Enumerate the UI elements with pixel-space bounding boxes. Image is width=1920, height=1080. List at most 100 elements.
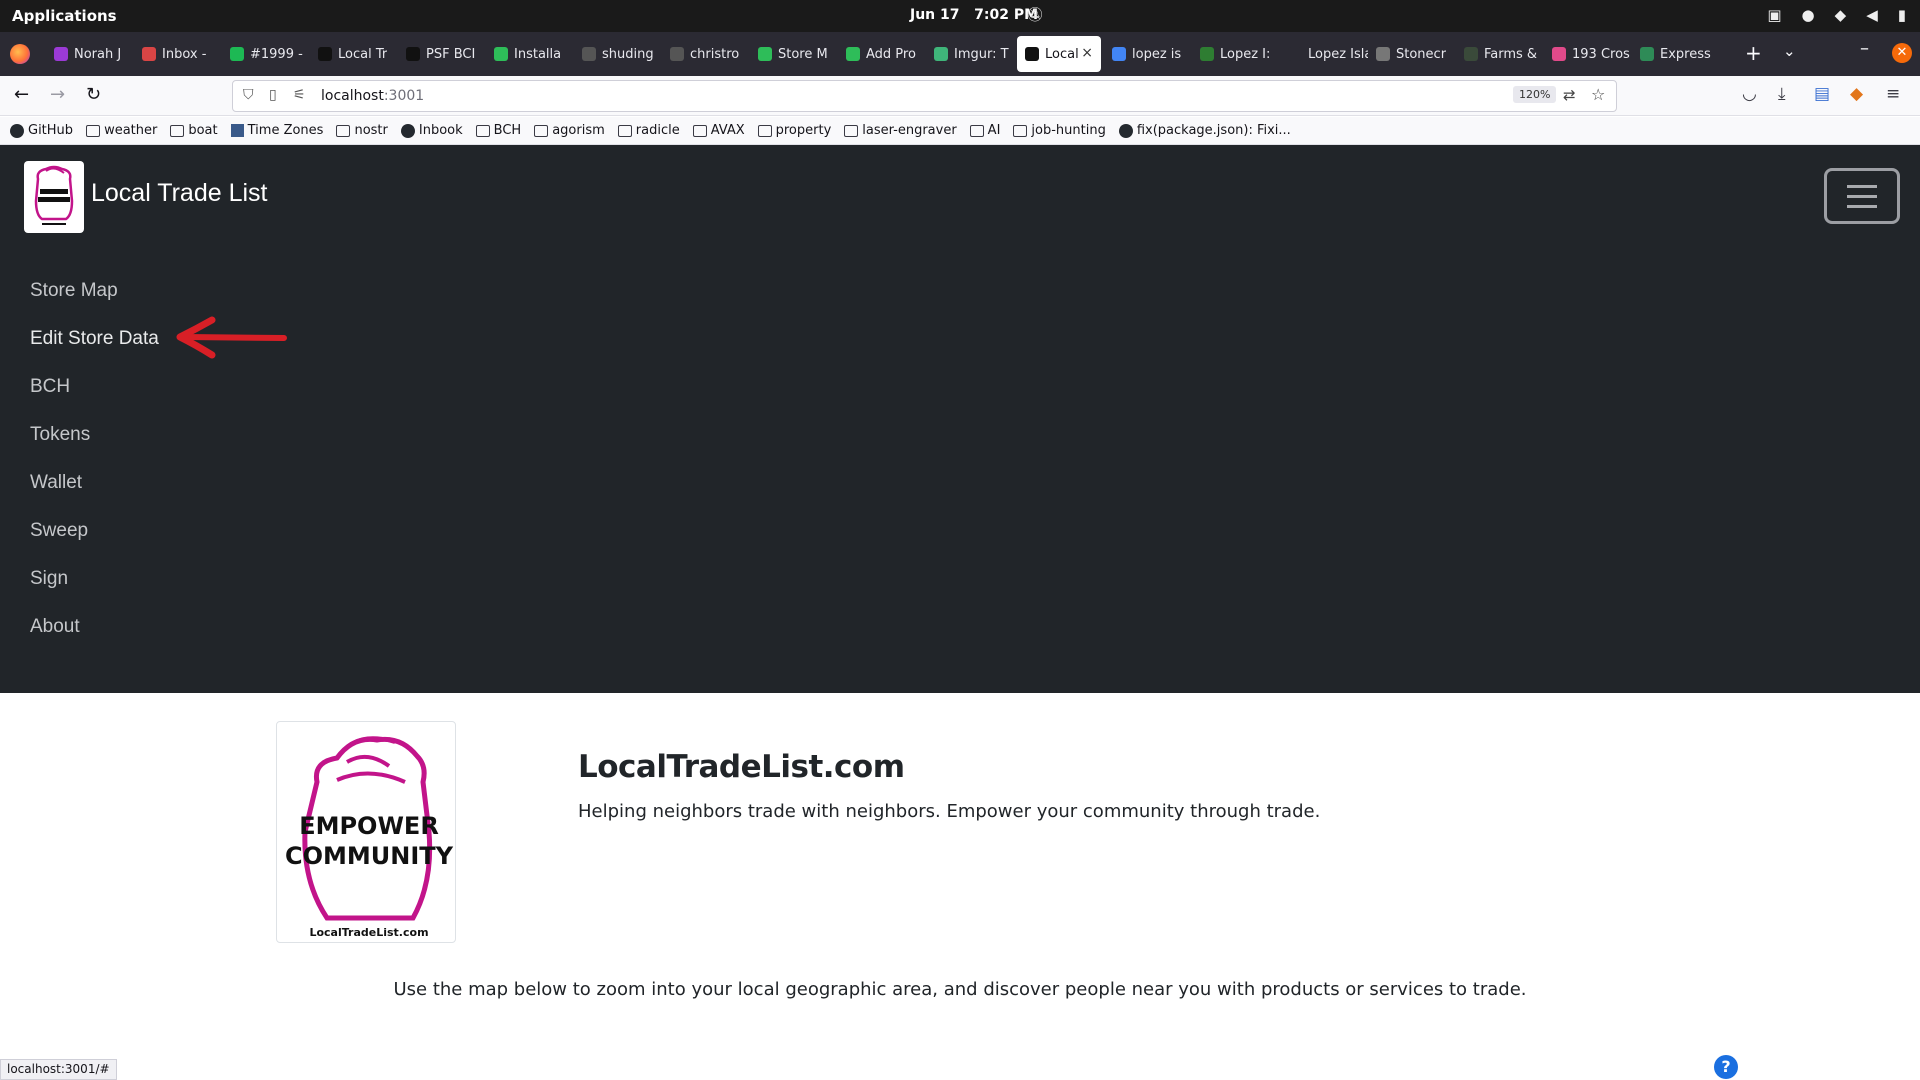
forward-arrow-icon[interactable]: → bbox=[50, 84, 65, 105]
tab[interactable]: Lopez I: bbox=[1192, 36, 1280, 72]
bookmark-label: laser-engraver bbox=[862, 123, 957, 138]
firefox-icon[interactable] bbox=[10, 44, 30, 64]
bookmark-item[interactable]: AI bbox=[969, 123, 1000, 138]
red-annotation-arrow bbox=[176, 316, 287, 359]
tab-title: Express bbox=[1660, 46, 1711, 62]
nav-link-edit-store-data[interactable]: Edit Store Data bbox=[30, 325, 159, 373]
bookmark-item[interactable]: agorism bbox=[534, 123, 605, 138]
url-host: localhost bbox=[321, 88, 384, 104]
tab-title: Local bbox=[1045, 46, 1079, 62]
empower-community-logo: EMPOWER COMMUNITY LocalTradeList.com bbox=[285, 736, 454, 939]
tab[interactable]: christro bbox=[662, 36, 750, 72]
bookmark-item[interactable]: radicle bbox=[617, 123, 680, 138]
system-tray[interactable]: ▣ ● ◆ ◀ ▮ bbox=[1767, 6, 1906, 24]
tab-title: #1999 - bbox=[250, 46, 303, 62]
map-instruction: Use the map below to zoom into your loca… bbox=[393, 979, 1527, 1000]
nav-link-sign[interactable]: Sign bbox=[30, 565, 159, 613]
nav-link-about[interactable]: About bbox=[30, 613, 159, 661]
tab[interactable]: #1999 - bbox=[222, 36, 310, 72]
close-window-button[interactable]: ✕ bbox=[1892, 43, 1912, 63]
bookmark-item[interactable]: weather bbox=[86, 123, 157, 138]
clock[interactable]: Jun 17 7:02 PM bbox=[910, 7, 1038, 23]
browser-nav-bar: ← → ↻ ⛉ ▯ ⚟ localhost:3001 120% ⇄ ☆ ◡ ⤓ … bbox=[0, 76, 1920, 116]
site-navbar: Local Trade List Store Map Edit Store Dat… bbox=[0, 145, 1920, 693]
bookmark-label: job-hunting bbox=[1031, 123, 1106, 138]
bookmark-item[interactable]: job-hunting bbox=[1013, 123, 1106, 138]
battery-icon[interactable]: ▮ bbox=[1898, 6, 1906, 24]
github-icon bbox=[10, 123, 24, 138]
nav-link-store-map[interactable]: Store Map bbox=[30, 277, 159, 325]
page-info-icon[interactable]: ▯ bbox=[269, 87, 277, 103]
address-bar[interactable]: ⛉ ▯ ⚟ localhost:3001 120% ⇄ ☆ bbox=[232, 80, 1617, 112]
nav-link-wallet[interactable]: Wallet bbox=[30, 469, 159, 517]
tab[interactable]: Imgur: T bbox=[926, 36, 1014, 72]
bookmark-item[interactable]: fix(package.json): Fixi... bbox=[1118, 123, 1291, 138]
tab[interactable]: 193 Cros bbox=[1544, 36, 1632, 72]
tab[interactable]: Lopez Islan bbox=[1280, 36, 1368, 72]
screen-share-icon[interactable]: ▣ bbox=[1767, 6, 1781, 24]
tab-favicon-icon bbox=[494, 47, 508, 61]
bookmark-item[interactable]: boat bbox=[170, 123, 218, 138]
tab[interactable]: Store M bbox=[750, 36, 838, 72]
user-icon[interactable]: ● bbox=[1802, 6, 1815, 24]
tab[interactable]: Installa bbox=[486, 36, 574, 72]
bookmark-item[interactable]: GitHub bbox=[10, 123, 73, 138]
bookmark-item[interactable]: property bbox=[757, 123, 831, 138]
metamask-icon[interactable]: ◆ bbox=[1850, 84, 1863, 104]
translate-extension-icon[interactable]: ▤ bbox=[1814, 84, 1830, 104]
tab[interactable]: Inbox - bbox=[134, 36, 222, 72]
url-text[interactable]: localhost:3001 bbox=[321, 88, 424, 104]
nav-link-tokens[interactable]: Tokens bbox=[30, 421, 159, 469]
tab-favicon-icon bbox=[1464, 47, 1478, 61]
downloads-icon[interactable]: ⤓ bbox=[1778, 84, 1786, 104]
permissions-icon[interactable]: ⚟ bbox=[293, 87, 306, 103]
tab[interactable]: Norah J bbox=[46, 36, 134, 72]
new-tab-button[interactable]: + bbox=[1745, 41, 1762, 65]
nav-link-sweep[interactable]: Sweep bbox=[30, 517, 159, 565]
list-all-tabs-chevron-icon[interactable]: ⌄ bbox=[1783, 42, 1796, 60]
bookmark-label: GitHub bbox=[28, 123, 74, 138]
empower-logo-small bbox=[34, 165, 74, 225]
bookmark-item[interactable]: AVAX bbox=[692, 123, 745, 138]
applications-menu[interactable]: Applications bbox=[12, 7, 117, 25]
tab[interactable]: Stonecr bbox=[1368, 36, 1456, 72]
tab[interactable]: lopez is bbox=[1104, 36, 1192, 72]
tab[interactable]: shuding bbox=[574, 36, 662, 72]
back-arrow-icon[interactable]: ← bbox=[14, 84, 29, 105]
wifi-icon[interactable]: ◆ bbox=[1835, 6, 1847, 24]
bookmark-item[interactable]: BCH bbox=[475, 123, 521, 138]
tab-favicon-icon bbox=[406, 47, 420, 61]
bookmark-item[interactable]: nostr bbox=[336, 123, 388, 138]
bookmark-item[interactable]: laser-engraver bbox=[844, 123, 957, 138]
close-tab-icon[interactable]: × bbox=[1081, 45, 1093, 61]
tab[interactable]: Farms & bbox=[1456, 36, 1544, 72]
pocket-icon[interactable]: ◡ bbox=[1742, 84, 1757, 104]
tab-favicon-icon bbox=[1025, 47, 1039, 61]
tab[interactable]: Express bbox=[1632, 36, 1720, 72]
reload-icon[interactable]: ↻ bbox=[86, 84, 101, 105]
tab[interactable]: Add Pro bbox=[838, 36, 926, 72]
nav-link-bch[interactable]: BCH bbox=[30, 373, 159, 421]
tab-title: Stonecr bbox=[1396, 46, 1447, 62]
zoom-level-badge[interactable]: 120% bbox=[1513, 86, 1557, 103]
status-url-tooltip: localhost:3001/# bbox=[0, 1059, 117, 1080]
navbar-toggler-button[interactable] bbox=[1824, 168, 1900, 224]
minimize-window-button[interactable]: – bbox=[1860, 38, 1869, 59]
app-menu-icon[interactable]: ≡ bbox=[1886, 84, 1900, 104]
tracking-shield-icon[interactable]: ⛉ bbox=[243, 87, 254, 103]
bookmark-star-icon[interactable]: ☆ bbox=[1591, 85, 1605, 104]
brand-name[interactable]: Local Trade List bbox=[91, 179, 268, 208]
volume-icon[interactable]: ◀ bbox=[1866, 6, 1878, 24]
help-button[interactable]: ? bbox=[1714, 1055, 1738, 1079]
brand-logo[interactable] bbox=[24, 161, 84, 233]
bookmark-item[interactable]: Time Zones bbox=[230, 123, 323, 138]
tab-favicon-icon bbox=[1288, 47, 1302, 61]
bookmark-item[interactable]: Inbook bbox=[400, 123, 463, 138]
tab-active[interactable]: Local × bbox=[1017, 36, 1101, 72]
translate-icon[interactable]: ⇄ bbox=[1563, 86, 1576, 104]
bookmark-label: AVAX bbox=[710, 123, 745, 138]
bookmark-label: fix(package.json): Fixi... bbox=[1136, 123, 1291, 138]
tab[interactable]: Local Tr bbox=[310, 36, 398, 72]
tab[interactable]: PSF BCI bbox=[398, 36, 486, 72]
folder-icon bbox=[844, 124, 859, 137]
